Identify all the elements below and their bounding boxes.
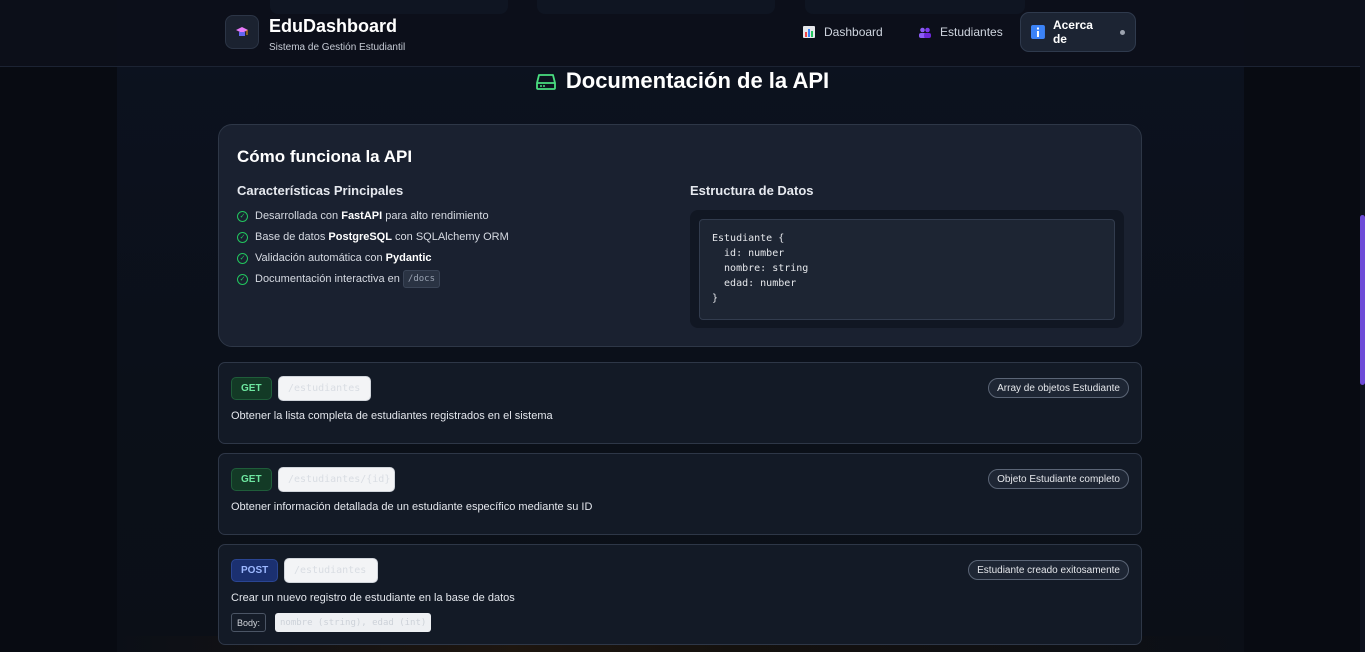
check-circle-icon: ✓ [237,252,248,264]
check-circle-icon: ✓ [237,210,248,222]
data-structure-block: Estudiante { id: number nombre: string e… [690,210,1124,328]
endpoint-description: Obtener la lista completa de estudiantes… [231,410,553,422]
return-type-badge: Objeto Estudiante completo [988,469,1129,489]
header-ghost-card [270,0,508,14]
overview-title: Cómo funciona la API [237,147,413,166]
feature-item: ✓ Documentación interactiva en /docs [237,270,441,288]
nav-dashboard[interactable]: Dashboard [792,12,893,52]
bar-chart-icon [803,26,815,38]
code-line: } [712,293,719,304]
page-margin-left [0,0,117,652]
top-navbar: EduDashboard Sistema de Gestión Estudian… [0,0,1360,67]
check-circle-icon: ✓ [237,231,248,243]
endpoint-card-get-estudiantes: GET /estudiantes Array de objetos Estudi… [218,362,1142,444]
app-logo[interactable] [225,15,259,49]
return-type-badge: Array de objetos Estudiante [988,378,1129,398]
structure-title: Estructura de Datos [690,183,814,198]
feature-item: ✓ Validación automática con Pydantic [237,252,432,264]
database-icon [535,74,556,90]
feature-item: ✓ Base de datos PostgreSQL con SQLAlchem… [237,231,509,243]
scrollbar-thumb[interactable] [1360,215,1365,385]
code-line: edad: number [712,278,797,289]
nav-dashboard-label: Dashboard [824,25,883,39]
info-icon [1031,25,1045,39]
method-badge-get: GET [231,377,272,400]
api-overview-card: Cómo funciona la API Características Pri… [218,124,1142,347]
app-subtitle: Sistema de Gestión Estudiantil [269,42,406,53]
code-line: nombre: string [712,263,809,274]
nav-acerca-de[interactable]: Acerca de [1020,12,1136,52]
header-ghost-card [537,0,775,14]
code-line: id: number [712,248,785,259]
body-label: Body: [231,613,267,632]
feature-text: Validación automática con Pydantic [255,252,432,264]
return-type-badge: Estudiante creado exitosamente [968,560,1129,580]
nav-estudiantes[interactable]: Estudiantes [908,12,1013,52]
code-line: Estudiante { [712,233,785,244]
endpoint-description: Crear un nuevo registro de estudiante en… [231,592,515,604]
features-title: Características Principales [237,183,404,198]
endpoint-description: Obtener información detallada de un estu… [231,501,593,513]
method-badge-get: GET [231,468,272,491]
method-badge-post: POST [231,559,279,582]
users-icon [919,27,931,38]
code-block: Estudiante { id: number nombre: string e… [699,219,1115,320]
app-title: EduDashboard [269,16,398,36]
feature-text: Documentación interactiva en [255,273,400,285]
feature-item: ✓ Desarrollada con FastAPI para alto ren… [237,210,489,222]
feature-text: Desarrollada con FastAPI para alto rendi… [255,210,489,222]
endpoint-path: /estudiantes [278,376,371,401]
active-indicator-dot [1120,29,1125,35]
body-params-code: nombre (string), edad (int) [275,613,432,632]
endpoint-path: /estudiantes [284,558,378,583]
endpoint-card-get-estudiante-id: GET /estudiantes/{id} Objeto Estudiante … [218,453,1142,535]
nav-acerca-de-label: Acerca de [1052,18,1093,46]
page-title-text: Documentación de la API [565,68,830,93]
graduation-cap-icon [236,27,248,36]
page-title: Documentación de la API [0,68,1365,94]
feature-text: Base de datos PostgreSQL con SQLAlchemy … [255,231,509,243]
nav-estudiantes-label: Estudiantes [940,25,1003,39]
endpoint-path: /estudiantes/{id} [278,467,395,492]
check-circle-icon: ✓ [237,273,248,285]
endpoint-card-post-estudiantes: POST /estudiantes Estudiante creado exit… [218,544,1142,645]
page-margin-right [1244,0,1365,652]
docs-link-code[interactable]: /docs [402,270,441,288]
